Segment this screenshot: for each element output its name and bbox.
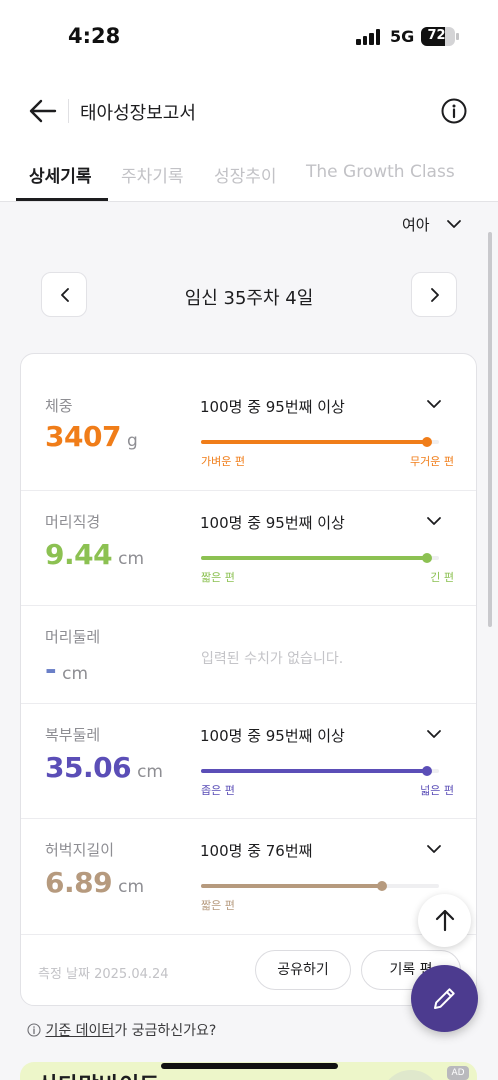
abdominal-circumference-percentile-dot bbox=[422, 766, 433, 776]
main-content: 여아 임신 35주차 4일 체중 3407 g 100명 중 95번째 이상 가벼… bbox=[0, 202, 498, 1080]
measurement-date: 측정 날짜 2025.04.24 bbox=[38, 967, 169, 982]
weight-rank: 100명 중 95번째 이상 bbox=[200, 398, 345, 416]
weight-value: 3407 g bbox=[45, 420, 138, 453]
info-small-icon bbox=[27, 1023, 41, 1037]
abdominal-circumference-unit: cm bbox=[137, 762, 163, 782]
tab-detail-record[interactable]: 상세기록 bbox=[29, 162, 92, 187]
signal-icon bbox=[356, 29, 382, 45]
head-diameter-high-label: 긴 편 bbox=[430, 571, 454, 584]
chevron-down-icon[interactable] bbox=[425, 840, 443, 858]
weight-percentile-bar bbox=[201, 437, 439, 447]
battery-icon: 72 bbox=[421, 27, 455, 46]
abdominal-circumference-rank: 100명 중 95번째 이상 bbox=[200, 727, 345, 745]
femur-length-percentile-bar bbox=[201, 881, 439, 891]
reference-data-link[interactable]: 기준 데이터 bbox=[45, 1023, 114, 1039]
tab-growth-trend[interactable]: 성장추이 bbox=[214, 162, 277, 187]
weight-high-label: 무거운 편 bbox=[410, 455, 454, 468]
femur-length-percentile-fill bbox=[201, 884, 382, 888]
ad-image bbox=[381, 1070, 441, 1080]
write-record-button[interactable] bbox=[411, 965, 478, 1032]
abdominal-circumference-label: 복부둘레 bbox=[45, 726, 101, 744]
status-bar: 4:28 5G 72 bbox=[0, 0, 498, 72]
tab-weekly-record[interactable]: 주차기록 bbox=[121, 162, 184, 187]
abdominal-circumference-value: 35.06 cm bbox=[45, 751, 163, 784]
weight-label: 체중 bbox=[45, 397, 73, 415]
abdominal-circumference-percentile-fill bbox=[201, 769, 428, 773]
chevron-down-icon[interactable] bbox=[446, 216, 462, 232]
head-diameter-low-label: 짧은 편 bbox=[201, 571, 235, 584]
head-diameter-value: 9.44 cm bbox=[45, 538, 145, 571]
next-week-button[interactable] bbox=[411, 272, 457, 317]
femur-length-label: 허벅지길이 bbox=[45, 841, 115, 859]
abdominal-circumference-percentile-bar bbox=[201, 766, 439, 776]
head-diameter-percentile-fill bbox=[201, 556, 428, 560]
femur-length-value: 6.89 cm bbox=[45, 866, 145, 899]
abdominal-circumference-low-label: 좁은 편 bbox=[201, 784, 235, 797]
weight-unit: g bbox=[126, 431, 138, 451]
reference-data-help: 기준 데이터가 궁금하신가요? bbox=[27, 1020, 216, 1040]
head-diameter-percentile-dot bbox=[422, 553, 433, 563]
head-circumference-label: 머리둘레 bbox=[45, 628, 101, 646]
network-type: 5G bbox=[390, 27, 415, 46]
chevron-right-icon bbox=[431, 288, 439, 302]
femur-length-unit: cm bbox=[118, 877, 145, 897]
info-circle-icon bbox=[441, 98, 467, 124]
chevron-down-icon[interactable] bbox=[425, 395, 443, 413]
ad-badge: AD bbox=[447, 1066, 469, 1080]
head-circumference-row[interactable]: 머리둘레 - cm 입력된 수치가 없습니다. bbox=[21, 606, 476, 704]
measurement-card: 체중 3407 g 100명 중 95번째 이상 가벼운 편 무거운 편 머리직경… bbox=[20, 353, 477, 1006]
app-header: 태아성장보고서 bbox=[0, 80, 498, 140]
reference-data-suffix: 가 궁금하신가요? bbox=[114, 1023, 217, 1039]
tab-growth-class[interactable]: The Growth Class bbox=[306, 162, 455, 182]
header-divider bbox=[68, 99, 69, 123]
head-diameter-percentile-bar bbox=[201, 553, 439, 563]
no-value-message: 입력된 수치가 없습니다. bbox=[201, 651, 344, 667]
gender-select[interactable]: 여아 bbox=[402, 214, 430, 235]
head-diameter-unit: cm bbox=[118, 549, 145, 569]
abdominal-circumference-high-label: 넓은 편 bbox=[420, 784, 454, 797]
femur-length-rank: 100명 중 76번째 bbox=[200, 842, 313, 860]
femur-length-row[interactable]: 허벅지길이 6.89 cm 100명 중 76번째 짧은 편 bbox=[21, 819, 476, 935]
pencil-icon bbox=[434, 988, 455, 1009]
chevron-down-icon[interactable] bbox=[425, 725, 443, 743]
tab-bar: 상세기록 주차기록 성장추이 The Growth Class bbox=[0, 150, 498, 202]
weight-percentile-fill bbox=[201, 440, 428, 444]
arrow-up-icon bbox=[435, 909, 455, 932]
status-time: 4:28 bbox=[68, 24, 121, 48]
page-title: 태아성장보고서 bbox=[80, 103, 196, 124]
femur-length-low-label: 짧은 편 bbox=[201, 899, 235, 912]
tab-indicator bbox=[16, 198, 108, 201]
back-button[interactable] bbox=[26, 94, 60, 128]
head-circumference-unit: cm bbox=[62, 664, 89, 684]
home-indicator bbox=[161, 1063, 338, 1069]
head-diameter-rank: 100명 중 95번째 이상 bbox=[200, 514, 345, 532]
chevron-down-icon[interactable] bbox=[425, 512, 443, 530]
weight-percentile-dot bbox=[422, 437, 433, 447]
weight-row[interactable]: 체중 3407 g 100명 중 95번째 이상 가벼운 편 무거운 편 bbox=[21, 354, 476, 491]
femur-length-percentile-dot bbox=[376, 881, 387, 891]
head-circumference-value: - cm bbox=[45, 653, 89, 686]
share-button[interactable]: 공유하기 bbox=[255, 950, 351, 990]
head-diameter-label: 머리직경 bbox=[45, 513, 101, 531]
scroll-to-top-button[interactable] bbox=[418, 894, 471, 947]
head-diameter-row[interactable]: 머리직경 9.44 cm 100명 중 95번째 이상 짧은 편 긴 편 bbox=[21, 491, 476, 606]
ad-title: 산타맘바이트 bbox=[38, 1068, 159, 1080]
weight-low-label: 가벼운 편 bbox=[201, 455, 245, 468]
info-button[interactable] bbox=[440, 97, 468, 125]
abdominal-circumference-row[interactable]: 복부둘레 35.06 cm 100명 중 95번째 이상 좁은 편 넓은 편 bbox=[21, 704, 476, 819]
arrow-left-icon bbox=[29, 99, 57, 123]
battery-level: 72 bbox=[427, 28, 446, 43]
